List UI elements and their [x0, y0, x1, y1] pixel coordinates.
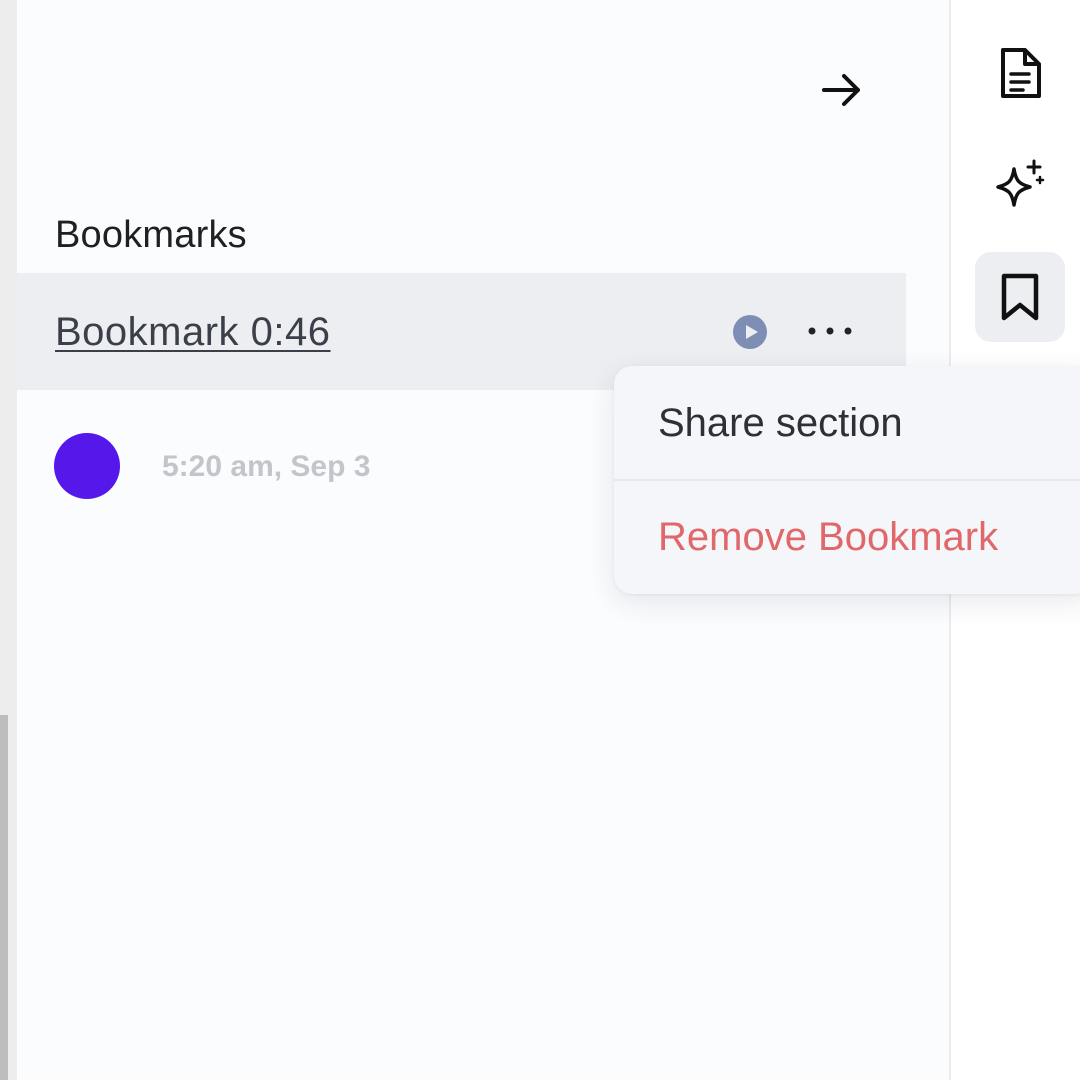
sidebar-item-document[interactable] — [975, 28, 1065, 118]
bookmark-timestamp: 5:20 am, Sep 3 — [162, 450, 371, 483]
more-horizontal-icon — [808, 327, 852, 335]
document-icon — [1001, 48, 1041, 98]
context-menu: Share section Remove Bookmark — [614, 366, 1080, 594]
arrow-right-icon — [822, 74, 860, 106]
play-circle-icon — [733, 315, 767, 349]
left-scrollbar[interactable] — [0, 715, 8, 1080]
menu-item-remove-bookmark[interactable]: Remove Bookmark — [614, 480, 1080, 594]
play-bookmark-button[interactable] — [731, 313, 769, 351]
sidebar-item-bookmarks[interactable] — [975, 252, 1065, 342]
bookmark-icon — [1001, 273, 1039, 321]
avatar — [54, 433, 120, 499]
collapse-panel-button[interactable] — [814, 62, 870, 118]
sidebar-item-ai[interactable] — [975, 140, 1065, 230]
section-title: Bookmarks — [55, 214, 247, 256]
bookmark-link[interactable]: Bookmark 0:46 — [55, 310, 331, 355]
menu-item-share-section[interactable]: Share section — [614, 366, 1080, 480]
app-root: Bookmarks Bookmark 0:46 5:20 am, Sep 3 S… — [0, 0, 1080, 1080]
sparkles-icon — [996, 159, 1045, 207]
more-options-button[interactable] — [805, 308, 855, 354]
